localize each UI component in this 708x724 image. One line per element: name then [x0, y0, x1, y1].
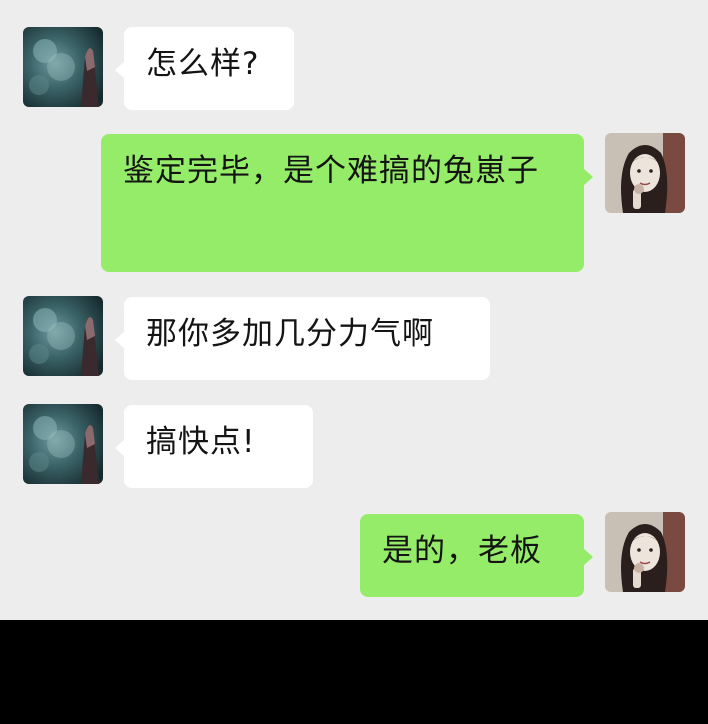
landscape-avatar-icon	[23, 27, 103, 107]
chat-area[interactable]: 怎么样? 鉴定完毕，是个难搞的兔崽子 那你多加几分力气啊 搞快点! 是的，老板	[0, 0, 708, 620]
message-text: 是的，老板	[382, 533, 542, 569]
contact-avatar[interactable]	[23, 296, 103, 376]
message-bubble-incoming[interactable]: 那你多加几分力气啊	[115, 297, 490, 380]
message-text: 搞快点!	[146, 424, 256, 460]
message-text: 鉴定完毕，是个难搞的兔崽子	[123, 153, 539, 189]
message-bubble-incoming[interactable]: 搞快点!	[115, 405, 313, 488]
message-text: 怎么样?	[146, 46, 260, 82]
self-avatar[interactable]	[605, 512, 685, 592]
landscape-avatar-icon	[23, 404, 103, 484]
message-text: 那你多加几分力气啊	[146, 316, 434, 352]
bubble-tail	[115, 331, 125, 349]
portrait-avatar-icon	[605, 512, 685, 592]
bubble-tail	[583, 168, 593, 186]
message-bubble-outgoing[interactable]: 鉴定完毕，是个难搞的兔崽子	[101, 134, 593, 272]
message-bubble-outgoing[interactable]: 是的，老板	[360, 514, 593, 597]
bubble-tail	[583, 548, 593, 566]
portrait-avatar-icon	[605, 133, 685, 213]
contact-avatar[interactable]	[23, 404, 103, 484]
message-bubble-incoming[interactable]: 怎么样?	[115, 27, 294, 110]
contact-avatar[interactable]	[23, 27, 103, 107]
bottom-black-bar	[0, 620, 708, 724]
landscape-avatar-icon	[23, 296, 103, 376]
bubble-tail	[115, 61, 125, 79]
self-avatar[interactable]	[605, 133, 685, 213]
bubble-tail	[115, 439, 125, 457]
